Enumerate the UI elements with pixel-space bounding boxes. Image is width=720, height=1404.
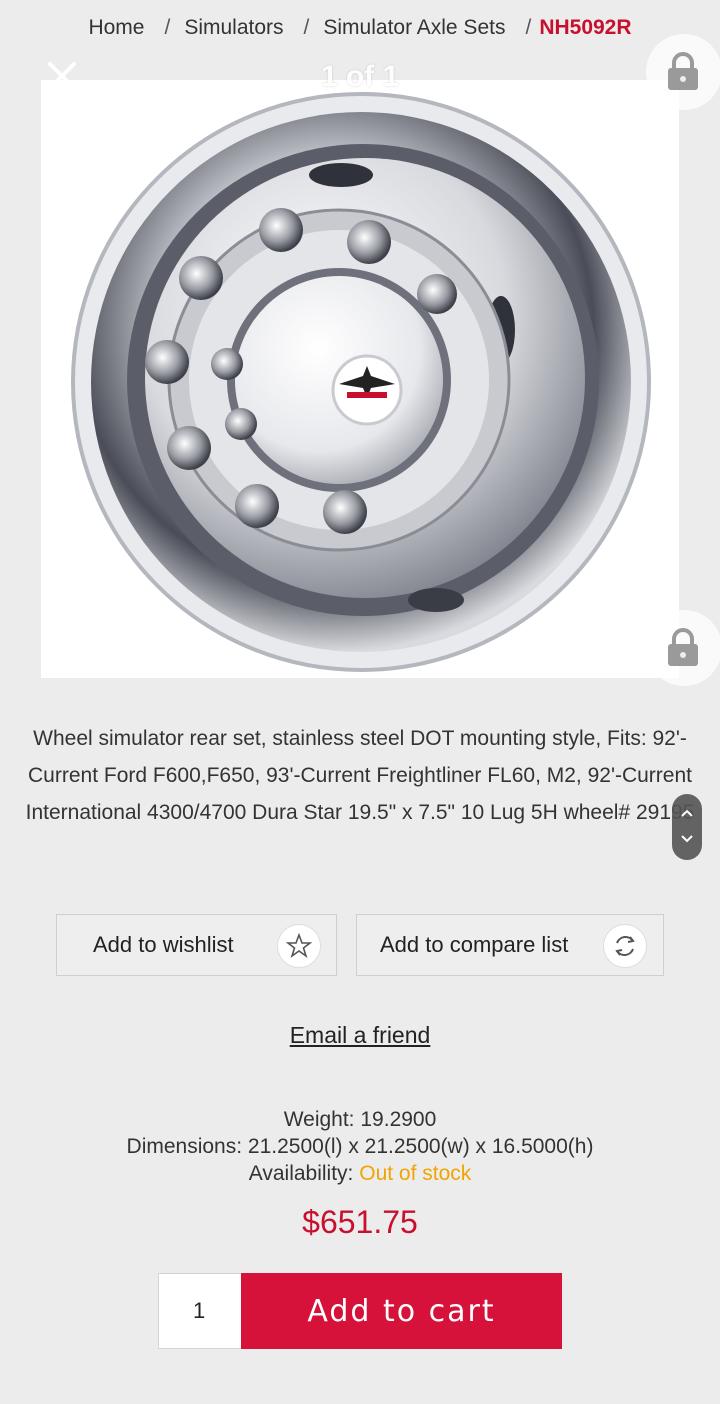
dimensions-row: Dimensions: 21.2500(l) x 21.2500(w) x 16… [0, 1133, 720, 1160]
chevron-up-icon [681, 809, 693, 817]
add-to-compare-button[interactable]: Add to compare list [356, 914, 664, 976]
breadcrumb-separator: / [303, 16, 310, 39]
email-a-friend-link[interactable]: Email a friend [0, 1022, 720, 1049]
add-to-wishlist-button[interactable]: Add to wishlist [56, 914, 337, 976]
lock-button[interactable] [646, 610, 720, 686]
product-image[interactable] [41, 80, 679, 678]
breadcrumb-current: NH5092R [539, 16, 632, 39]
breadcrumb-axle-sets[interactable]: Simulator Axle Sets [323, 16, 505, 40]
breadcrumb-home[interactable]: Home [88, 16, 144, 40]
product-specs: Weight: 19.2900 Dimensions: 21.2500(l) x… [0, 1106, 720, 1187]
image-counter: 1 of 1 [320, 60, 400, 93]
stock-status: Out of stock [359, 1162, 472, 1185]
star-icon [277, 924, 321, 968]
product-price: $651.75 [302, 1204, 418, 1240]
lock-button[interactable] [646, 34, 720, 110]
weight-row: Weight: 19.2900 [0, 1106, 720, 1133]
wishlist-label: Add to wishlist [93, 932, 234, 957]
refresh-icon [603, 924, 647, 968]
dimensions-label: Dimensions: [126, 1135, 243, 1158]
breadcrumb-simulators[interactable]: Simulators [184, 16, 283, 40]
compare-label: Add to compare list [380, 932, 569, 957]
availability-row: Availability: Out of stock [0, 1160, 720, 1187]
breadcrumb: Home / Simulators / Simulator Axle Sets … [0, 16, 720, 40]
chevron-down-icon [681, 835, 693, 843]
add-to-cart-button[interactable]: Add to cart [241, 1273, 562, 1349]
breadcrumb-separator: / [164, 16, 171, 39]
availability-label: Availability: [248, 1162, 354, 1185]
weight-value: 19.2900 [360, 1108, 437, 1131]
lock-icon [668, 628, 698, 666]
quantity-input[interactable] [158, 1273, 242, 1349]
breadcrumb-separator: / [525, 16, 532, 39]
weight-label: Weight: [283, 1108, 355, 1131]
close-icon[interactable] [44, 58, 80, 94]
product-description: Wheel simulator rear set, stainless stee… [25, 727, 695, 824]
scroll-handle[interactable] [672, 794, 702, 860]
dimensions-value: 21.2500(l) x 21.2500(w) x 16.5000(h) [247, 1135, 594, 1158]
lock-icon [668, 52, 698, 90]
wheel-simulator-image [71, 92, 651, 672]
